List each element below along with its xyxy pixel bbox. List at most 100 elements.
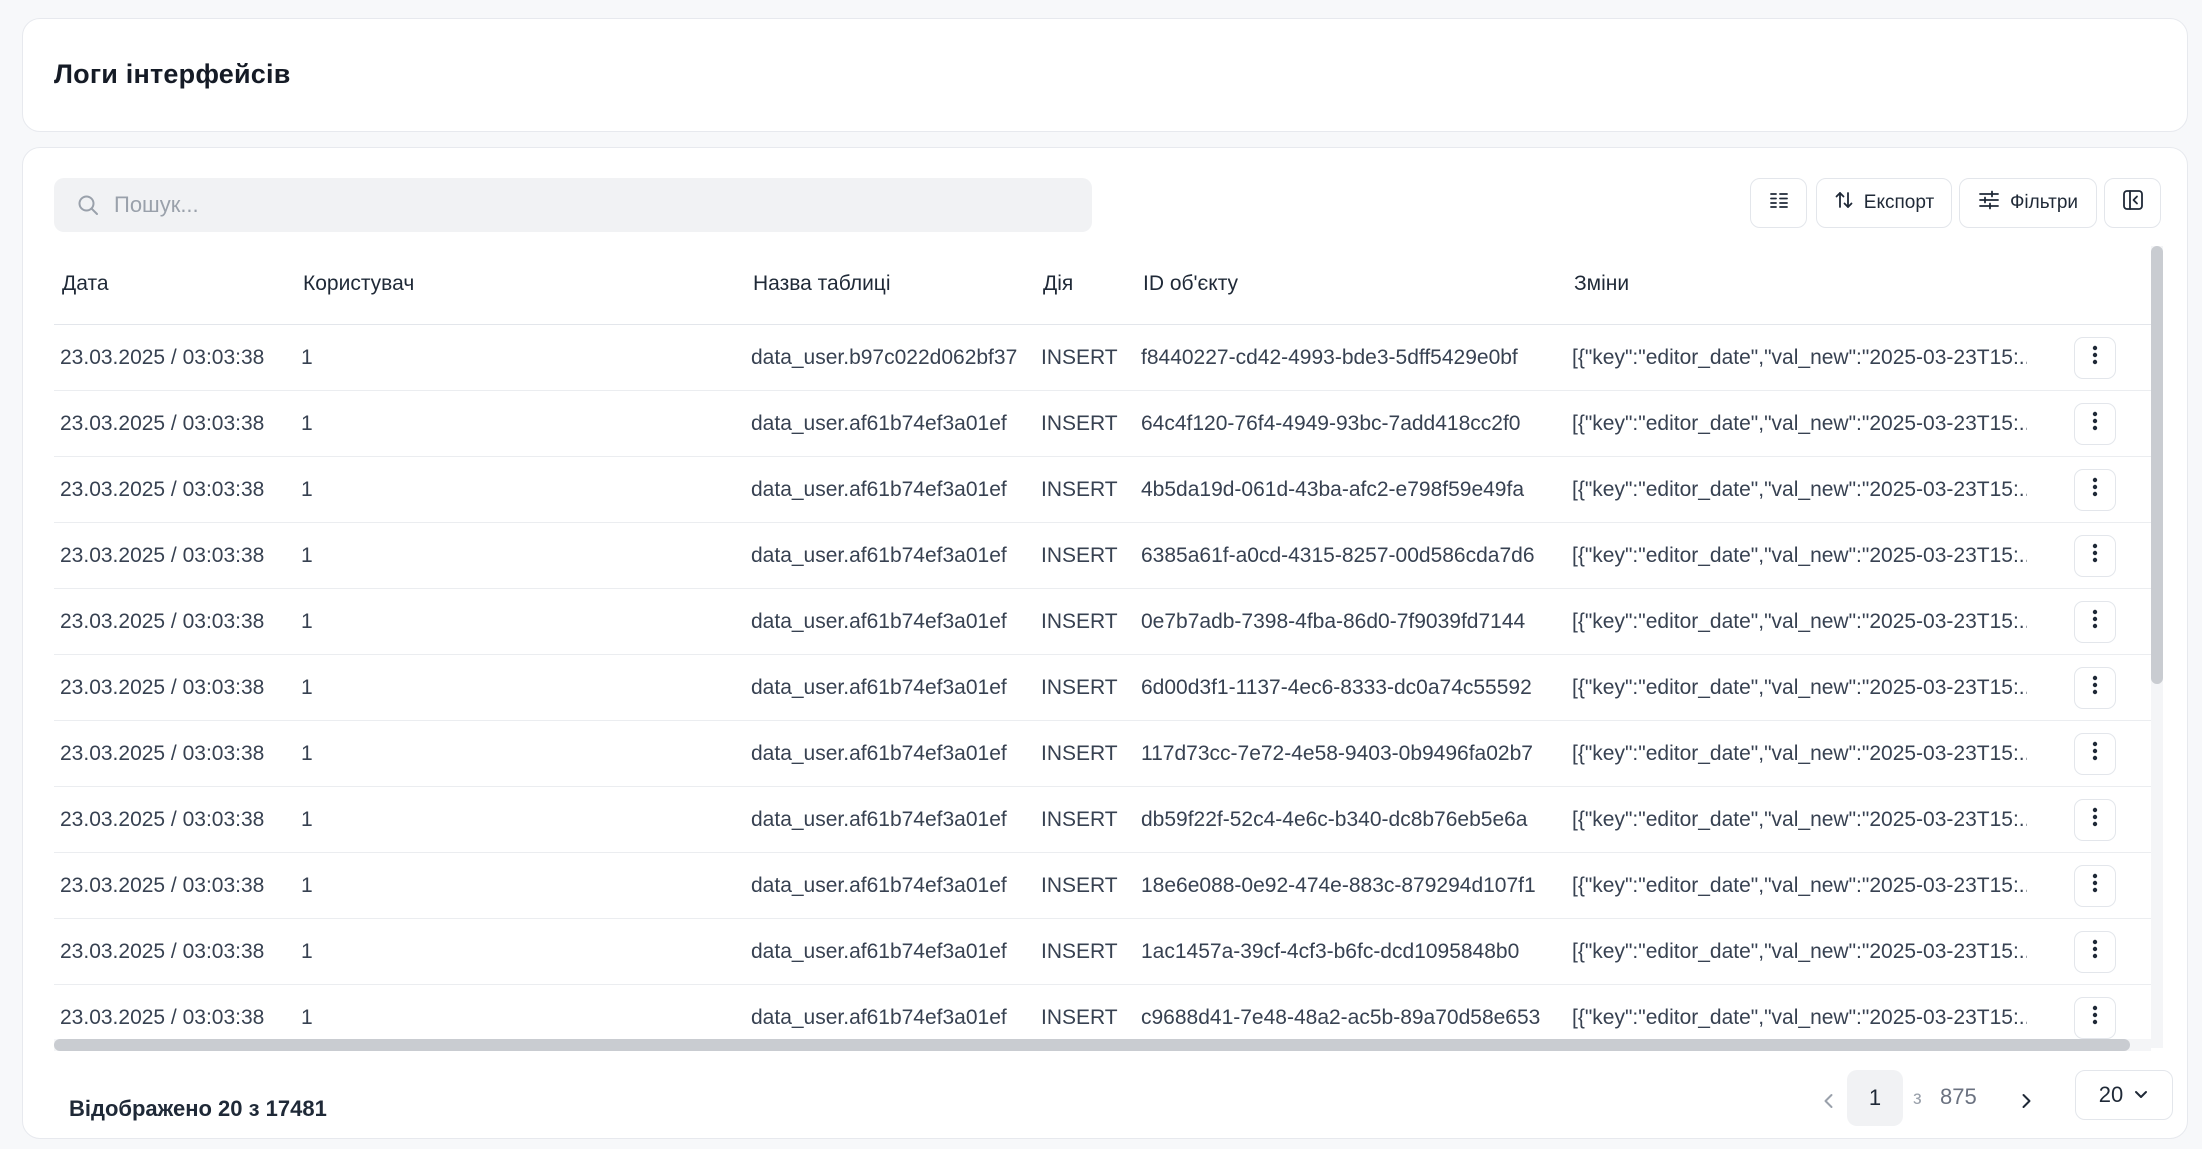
- cell-changes: [{"key":"editor_date","val_new":"2025-03…: [1566, 786, 2062, 853]
- previous-page-button[interactable]: [1807, 1081, 1851, 1125]
- row-menu-button[interactable]: [2074, 600, 2116, 643]
- cell-action: INSERT: [1035, 984, 1135, 1044]
- cell-action: INSERT: [1035, 522, 1135, 589]
- column-header-action[interactable]: Дія: [1035, 244, 1135, 325]
- table-row[interactable]: 23.03.2025 / 03:03:38 1 data_user.af61b74e…: [54, 720, 2152, 787]
- cell-row-actions: [2062, 720, 2152, 787]
- changes-text: [{"key":"editor_date","val_new":"2025-03…: [1572, 675, 2027, 699]
- logs-table-container[interactable]: Дата Користувач Назва таблиці Дія ID об'…: [54, 244, 2164, 1044]
- cell-object-id: 6d00d3f1-1137-4ec6-8333-dc0a74c55592: [1135, 654, 1566, 721]
- logs-panel: Експорт Фільтри Дата Корист: [22, 147, 2188, 1139]
- changes-text: [{"key":"editor_date","val_new":"2025-03…: [1572, 477, 2027, 501]
- search-box[interactable]: [54, 178, 1092, 232]
- cell-date: 23.03.2025 / 03:03:38: [54, 720, 295, 787]
- row-menu-button[interactable]: [2074, 930, 2116, 973]
- cell-user: 1: [295, 984, 745, 1044]
- column-header-date[interactable]: Дата: [54, 244, 295, 325]
- cell-table-name: data_user.af61b74ef3a01ef: [745, 654, 1035, 721]
- cell-row-actions: [2062, 456, 2152, 523]
- changes-text: [{"key":"editor_date","val_new":"2025-03…: [1572, 411, 2027, 435]
- table-header-row: Дата Користувач Назва таблиці Дія ID об'…: [54, 244, 2152, 325]
- cell-changes: [{"key":"editor_date","val_new":"2025-03…: [1566, 984, 2062, 1044]
- table-row[interactable]: 23.03.2025 / 03:03:38 1 data_user.af61b74e…: [54, 984, 2152, 1044]
- cell-object-id: 18e6e088-0e92-474e-883c-879294d107f1: [1135, 852, 1566, 919]
- cell-table-name: data_user.af61b74ef3a01ef: [745, 720, 1035, 787]
- table-row[interactable]: 23.03.2025 / 03:03:38 1 data_user.af61b74e…: [54, 852, 2152, 919]
- cell-date: 23.03.2025 / 03:03:38: [54, 522, 295, 589]
- column-header-changes[interactable]: Зміни: [1566, 244, 2062, 325]
- cell-user: 1: [295, 522, 745, 589]
- table-row[interactable]: 23.03.2025 / 03:03:38 1 data_user.af61b74e…: [54, 390, 2152, 457]
- row-menu-button[interactable]: [2074, 534, 2116, 577]
- row-menu-button[interactable]: [2074, 402, 2116, 445]
- row-menu-button[interactable]: [2074, 336, 2116, 379]
- cell-row-actions: [2062, 984, 2152, 1044]
- cell-table-name: data_user.b97c022d062bf37: [745, 324, 1035, 391]
- row-menu-button[interactable]: [2074, 468, 2116, 511]
- cell-date: 23.03.2025 / 03:03:38: [54, 324, 295, 391]
- total-pages: 875: [1940, 1084, 1977, 1109]
- row-menu-button[interactable]: [2074, 666, 2116, 709]
- horizontal-scrollbar-thumb[interactable]: [54, 1039, 2130, 1051]
- table-row[interactable]: 23.03.2025 / 03:03:38 1 data_user.af61b74e…: [54, 522, 2152, 589]
- row-menu-button[interactable]: [2074, 864, 2116, 907]
- cell-table-name: data_user.af61b74ef3a01ef: [745, 522, 1035, 589]
- cell-changes: [{"key":"editor_date","val_new":"2025-03…: [1566, 522, 2062, 589]
- cell-date: 23.03.2025 / 03:03:38: [54, 588, 295, 655]
- cell-user: 1: [295, 918, 745, 985]
- cell-row-actions: [2062, 786, 2152, 853]
- cell-table-name: data_user.af61b74ef3a01ef: [745, 456, 1035, 523]
- sort-arrows-icon: [1834, 190, 1854, 216]
- search-input[interactable]: [112, 191, 1016, 219]
- cell-object-id: c9688d41-7e48-48a2-ac5b-89a70d58e653: [1135, 984, 1566, 1044]
- cell-row-actions: [2062, 852, 2152, 919]
- cell-user: 1: [295, 456, 745, 523]
- table-row[interactable]: 23.03.2025 / 03:03:38 1 data_user.af61b74e…: [54, 786, 2152, 853]
- more-vertical-icon: [2092, 873, 2098, 899]
- page-size-value: 20: [2098, 1082, 2124, 1107]
- export-label: Експорт: [1863, 192, 1935, 213]
- records-summary: Відображено 20 з 17481: [69, 1096, 327, 1121]
- cell-object-id: 4b5da19d-061d-43ba-afc2-e798f59e49fa: [1135, 456, 1566, 523]
- cell-object-id: 0e7b7adb-7398-4fba-86d0-7f9039fd7144: [1135, 588, 1566, 655]
- more-vertical-icon: [2092, 477, 2098, 503]
- cell-action: INSERT: [1035, 588, 1135, 655]
- collapse-panel-button[interactable]: [2104, 178, 2161, 228]
- table-row[interactable]: 23.03.2025 / 03:03:38 1 data_user.af61b74e…: [54, 918, 2152, 985]
- cell-user: 1: [295, 324, 745, 391]
- next-page-button[interactable]: [2004, 1081, 2048, 1125]
- column-header-object-id[interactable]: ID об'єкту: [1135, 244, 1566, 325]
- cell-user: 1: [295, 852, 745, 919]
- cell-object-id: 6385a61f-a0cd-4315-8257-00d586cda7d6: [1135, 522, 1566, 589]
- cell-changes: [{"key":"editor_date","val_new":"2025-03…: [1566, 852, 2062, 919]
- row-menu-button[interactable]: [2074, 732, 2116, 775]
- current-page[interactable]: 1: [1847, 1070, 1903, 1126]
- vertical-scrollbar-thumb[interactable]: [2151, 246, 2163, 684]
- table-row[interactable]: 23.03.2025 / 03:03:38 1 data_user.af61b74e…: [54, 654, 2152, 721]
- cell-user: 1: [295, 654, 745, 721]
- cell-object-id: 64c4f120-76f4-4949-93bc-7add418cc2f0: [1135, 390, 1566, 457]
- page-header: Логи інтерфейсів: [22, 18, 2188, 132]
- column-header-table-name[interactable]: Назва таблиці: [745, 244, 1035, 325]
- columns-button[interactable]: [1750, 178, 1807, 228]
- row-menu-button[interactable]: [2074, 996, 2116, 1039]
- cell-action: INSERT: [1035, 456, 1135, 523]
- page-size-select[interactable]: 20: [2075, 1070, 2173, 1120]
- table-row[interactable]: 23.03.2025 / 03:03:38 1 data_user.b97c022d…: [54, 324, 2152, 391]
- more-vertical-icon: [2092, 939, 2098, 965]
- table-row[interactable]: 23.03.2025 / 03:03:38 1 data_user.af61b74e…: [54, 456, 2152, 523]
- column-header-user[interactable]: Користувач: [295, 244, 745, 325]
- filters-button[interactable]: Фільтри: [1959, 178, 2097, 228]
- table-row[interactable]: 23.03.2025 / 03:03:38 1 data_user.af61b74e…: [54, 588, 2152, 655]
- cell-table-name: data_user.af61b74ef3a01ef: [745, 984, 1035, 1044]
- cell-date: 23.03.2025 / 03:03:38: [54, 456, 295, 523]
- cell-user: 1: [295, 390, 745, 457]
- row-menu-button[interactable]: [2074, 798, 2116, 841]
- cell-changes: [{"key":"editor_date","val_new":"2025-03…: [1566, 654, 2062, 721]
- cell-row-actions: [2062, 324, 2152, 391]
- more-vertical-icon: [2092, 609, 2098, 635]
- cell-table-name: data_user.af61b74ef3a01ef: [745, 390, 1035, 457]
- export-button[interactable]: Експорт: [1816, 178, 1952, 228]
- cell-user: 1: [295, 720, 745, 787]
- search-icon: [76, 193, 100, 217]
